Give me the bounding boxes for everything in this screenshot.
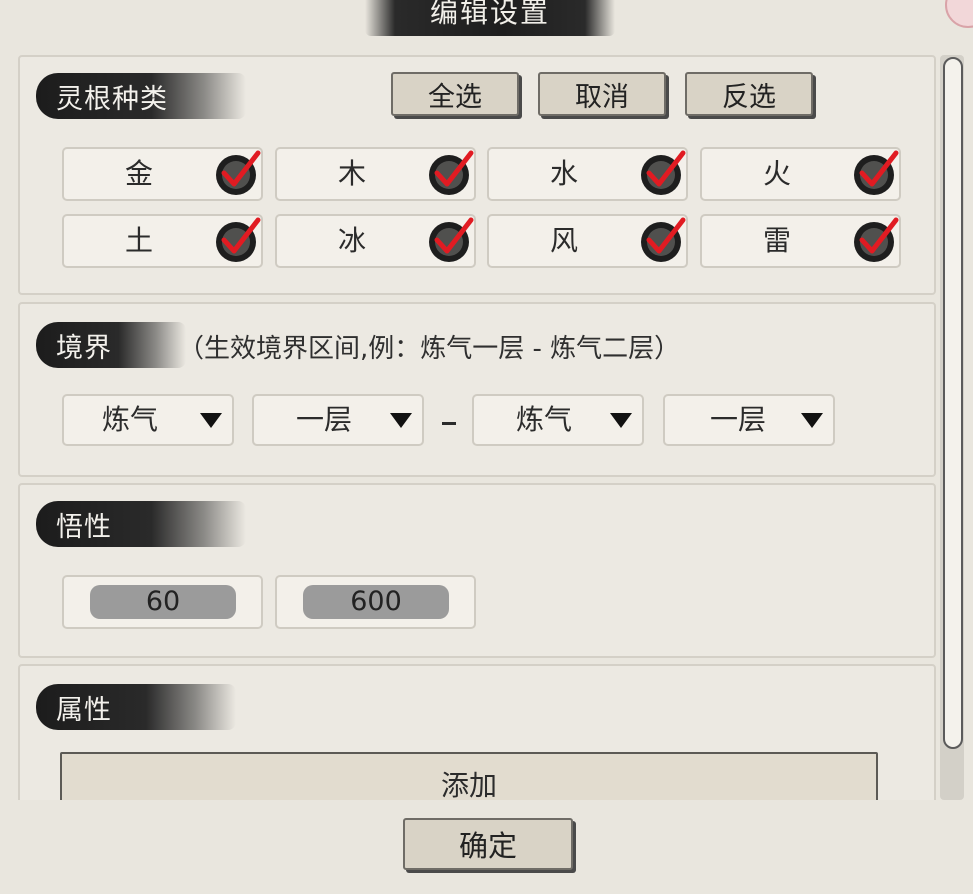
to-realm-value: 炼气 [515, 403, 572, 436]
spirit-root-label: 雷 [762, 224, 791, 257]
spirit-root-label: 金 [124, 157, 153, 190]
check-mark-icon[interactable] [212, 214, 264, 266]
comprehension-panel: 悟性 60 600 [18, 483, 936, 658]
spirit-root-item-wind[interactable]: 风 [487, 214, 688, 268]
to-layer-value: 一层 [709, 403, 766, 436]
triangle-down-icon [610, 413, 632, 428]
check-mark-icon[interactable] [212, 147, 264, 199]
realm-panel: 境界 （生效境界区间,例：炼气一层 - 炼气二层） 炼气 一层 炼气 一层 [18, 302, 936, 477]
spirit-root-panel: 灵根种类 全选 取消 反选 金 木 水 火 土 冰 风 雷 [18, 55, 936, 295]
dialog-title: 编辑设置 [429, 0, 550, 29]
spirit-root-heading: 灵根种类 [56, 83, 168, 115]
confirm-button[interactable]: 确定 [403, 818, 573, 870]
check-mark-icon[interactable] [425, 147, 477, 199]
spirit-root-label: 火 [762, 157, 791, 190]
dialog-title-bar: 编辑设置 [365, 0, 615, 36]
close-badge-icon[interactable] [945, 0, 973, 28]
range-dash [442, 422, 456, 425]
to-layer-select[interactable]: 一层 [663, 394, 835, 446]
check-mark-icon[interactable] [850, 147, 902, 199]
spirit-root-label: 冰 [337, 224, 366, 257]
scrollbar-thumb[interactable] [943, 57, 963, 749]
spirit-root-label: 土 [124, 224, 153, 257]
to-realm-select[interactable]: 炼气 [472, 394, 644, 446]
realm-heading-brush: 境界 [36, 322, 186, 368]
comprehension-heading: 悟性 [56, 511, 112, 543]
realm-hint: （生效境界区间,例：炼气一层 - 炼气二层） [178, 334, 681, 364]
comprehension-min-value: 60 [90, 585, 236, 619]
add-attribute-button[interactable]: 添加 [60, 752, 878, 800]
spirit-root-heading-brush: 灵根种类 [36, 73, 246, 119]
select-all-button[interactable]: 全选 [391, 72, 519, 116]
check-mark-icon[interactable] [637, 214, 689, 266]
spirit-root-item-fire[interactable]: 火 [700, 147, 901, 201]
spirit-root-item-gold[interactable]: 金 [62, 147, 263, 201]
check-mark-icon[interactable] [850, 214, 902, 266]
triangle-down-icon [390, 413, 412, 428]
spirit-root-item-thunder[interactable]: 雷 [700, 214, 901, 268]
spirit-root-item-earth[interactable]: 土 [62, 214, 263, 268]
attribute-heading: 属性 [56, 694, 112, 726]
from-layer-value: 一层 [295, 403, 352, 436]
scrollbar[interactable] [940, 55, 964, 800]
attribute-heading-brush: 属性 [36, 684, 236, 730]
comprehension-heading-brush: 悟性 [36, 501, 246, 547]
from-layer-select[interactable]: 一层 [252, 394, 424, 446]
triangle-down-icon [200, 413, 222, 428]
triangle-down-icon [801, 413, 823, 428]
comprehension-max-value: 600 [303, 585, 449, 619]
spirit-root-item-ice[interactable]: 冰 [275, 214, 476, 268]
spirit-root-item-wood[interactable]: 木 [275, 147, 476, 201]
cancel-selection-button[interactable]: 取消 [538, 72, 666, 116]
settings-scroll-area[interactable]: 灵根种类 全选 取消 反选 金 木 水 火 土 冰 风 雷 境界 （生效境界区间… [18, 55, 936, 800]
check-mark-icon[interactable] [425, 214, 477, 266]
spirit-root-label: 风 [549, 224, 578, 257]
from-realm-select[interactable]: 炼气 [62, 394, 234, 446]
from-realm-value: 炼气 [101, 403, 158, 436]
invert-selection-button[interactable]: 反选 [685, 72, 813, 116]
spirit-root-label: 木 [337, 157, 366, 190]
check-mark-icon[interactable] [637, 147, 689, 199]
realm-heading: 境界 [56, 332, 112, 364]
comprehension-max-field[interactable]: 600 [275, 575, 476, 629]
spirit-root-label: 水 [549, 157, 578, 190]
comprehension-min-field[interactable]: 60 [62, 575, 263, 629]
spirit-root-item-water[interactable]: 水 [487, 147, 688, 201]
